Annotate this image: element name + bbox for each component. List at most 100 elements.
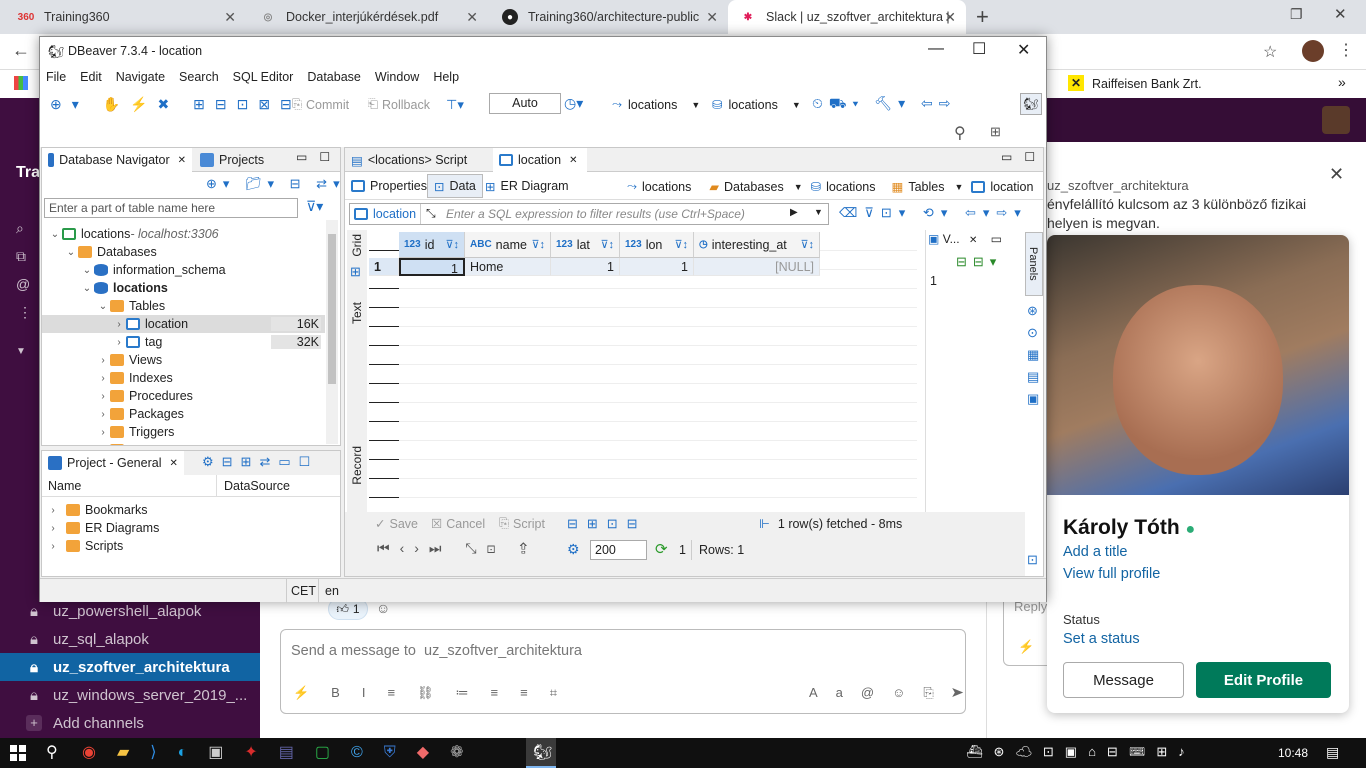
navigator-actions[interactable]: ⊕▾ 📁︎▾ ⊟ ⇄▾: [206, 176, 346, 192]
mentions-icon[interactable]: @: [16, 276, 30, 292]
tree-item-information-schema[interactable]: ⌄ information_schema: [42, 261, 325, 279]
composer-actions[interactable]: Aa@☺⎘➤: [809, 685, 982, 701]
close-tab-icon[interactable]: ✕: [178, 155, 186, 166]
pinned-apps[interactable]: ◉▰⟩◐▣✦▤▢©⛨◆❁: [82, 742, 485, 762]
breadcrumb-table[interactable]: location: [990, 180, 1033, 194]
value-text[interactable]: 1: [930, 274, 937, 288]
panel-side-icons[interactable]: ⊛ ⊙ ▦ ▤ ▣: [1027, 300, 1041, 410]
browser-tab-github[interactable]: ● Training360/architecture-public ✕: [490, 0, 728, 34]
add-title-link[interactable]: Add a title: [1063, 544, 1128, 560]
close-tab-icon[interactable]: ✕: [944, 9, 956, 26]
message-input[interactable]: Send a message to uz_szoftver_architektu…: [291, 643, 582, 659]
maximize-icon[interactable]: ☐: [972, 39, 986, 59]
more-icon[interactable]: ⋮: [18, 304, 32, 321]
tree-item-databases[interactable]: ⌄ Databases: [42, 243, 325, 261]
expand-icon[interactable]: ›: [96, 409, 110, 420]
search-icon[interactable]: ⚲: [954, 123, 966, 143]
panels-toggle[interactable]: Panels: [1025, 232, 1043, 296]
expand-icon[interactable]: ⤡: [426, 206, 436, 221]
tree-item-locations[interactable]: ⌄ locations - localhost:3306: [42, 225, 325, 243]
tree-item-events[interactable]: › Events: [42, 441, 325, 445]
back-arrow-icon[interactable]: ←: [12, 40, 30, 61]
close-tab-icon[interactable]: ✕: [169, 458, 177, 469]
tree-item-triggers[interactable]: › Triggers: [42, 423, 325, 441]
restore-window-icon[interactable]: ❐: [1290, 6, 1303, 23]
add-reaction-icon[interactable]: ☺: [376, 600, 390, 616]
script-button[interactable]: ⎘ Script: [499, 516, 545, 531]
set-status-link[interactable]: Set a status: [1063, 631, 1140, 647]
message-button[interactable]: Message: [1063, 662, 1184, 698]
close-tab-icon[interactable]: ✕: [706, 9, 718, 26]
tree-item-packages[interactable]: › Packages: [42, 405, 325, 423]
column-header-id[interactable]: 123 id ⊽↕: [399, 232, 465, 258]
breadcrumb-tables[interactable]: Tables: [908, 180, 944, 194]
search-icon[interactable]: ⚲: [46, 742, 58, 762]
more-bookmarks-icon[interactable]: »: [1338, 74, 1346, 90]
tab-project-general[interactable]: Project - General ✕: [42, 451, 184, 475]
message-composer[interactable]: Send a message to uz_szoftver_architektu…: [280, 629, 966, 714]
text-view-button[interactable]: Text: [350, 302, 364, 324]
connection-toolbar-icons[interactable]: ⊕▾ ✋⚡✖ ⊞⊟⊡⊠⊟: [50, 96, 302, 113]
dm-icon[interactable]: ⧉: [16, 248, 26, 265]
project-item-scripts[interactable]: › Scripts: [42, 537, 325, 555]
project-item-bookmarks[interactable]: › Bookmarks: [42, 501, 325, 519]
view-full-profile-link[interactable]: View full profile: [1063, 566, 1160, 582]
open-perspective-icon[interactable]: ⊞: [990, 124, 1001, 140]
filter-actions[interactable]: ⌫⊽⊡▾ ⟲▾ ⇦▾⇨▾: [839, 205, 1028, 221]
close-tab-icon[interactable]: ✕: [569, 155, 577, 166]
minimize-icon[interactable]: —: [928, 40, 944, 58]
cell-lon[interactable]: 1: [620, 258, 694, 276]
expand-icon[interactable]: ›: [96, 355, 110, 366]
subtab-data[interactable]: ⊡ Data: [427, 174, 483, 198]
value-panel-tab[interactable]: ▣ V... ✕ ▭: [928, 232, 1002, 246]
tab-location[interactable]: location ✕: [493, 148, 587, 172]
editor-window-controls[interactable]: ▭☐: [1001, 150, 1047, 164]
column-header-lat[interactable]: 123 lat ⊽↕: [551, 232, 620, 258]
menu-edit[interactable]: Edit: [80, 70, 102, 84]
transaction-mode-field[interactable]: Auto: [489, 93, 561, 114]
row-edit-actions[interactable]: ⊟⊞⊡⊟: [567, 516, 647, 532]
shortcut-icon[interactable]: ⚡: [1018, 639, 1034, 655]
scrollbar-thumb[interactable]: [328, 234, 336, 384]
perspective-icon[interactable]: 🐿︎: [1020, 93, 1042, 115]
avatar[interactable]: [1302, 40, 1324, 62]
collapse-icon[interactable]: ⌄: [64, 247, 78, 258]
record-view-button[interactable]: Record: [350, 446, 364, 485]
system-tray-icons[interactable]: ⛴⊛☁⊡▣⌂⊟⌨⊞♪: [966, 744, 1196, 760]
filter-sort-icon[interactable]: ⊽↕: [531, 238, 545, 251]
tree-item-procedures[interactable]: › Procedures: [42, 387, 325, 405]
bookmark-raiffeisen[interactable]: Raiffeisen Bank Zrt.: [1092, 77, 1202, 91]
filter-history-icon[interactable]: ▼: [814, 207, 823, 217]
rollback-button[interactable]: ⎗ Rollback: [368, 97, 430, 112]
breadcrumb-databases[interactable]: Databases: [724, 180, 784, 194]
subtab-properties[interactable]: Properties: [345, 174, 433, 198]
subtab-er-diagram[interactable]: ⊞ ER Diagram: [479, 174, 575, 198]
filter-sort-icon[interactable]: ⊽↕: [445, 238, 459, 251]
value-save-icons[interactable]: ⊟⊟▾: [956, 254, 1002, 270]
browser-tab-slack[interactable]: ✱ Slack | uz_szoftver_architektura | ✕: [728, 0, 966, 34]
clock[interactable]: 10:48: [1278, 746, 1308, 760]
add-channels-button[interactable]: + Add channels: [0, 709, 260, 737]
expand-icon[interactable]: ›: [96, 427, 110, 438]
table-row[interactable]: 1 1 Home 1 1 [NULL]: [369, 258, 820, 276]
filter-sort-icon[interactable]: ⊽↕: [800, 238, 814, 251]
menu-search[interactable]: Search: [179, 70, 219, 84]
menu-navigate[interactable]: Navigate: [116, 70, 165, 84]
expand-icon[interactable]: ›: [112, 337, 126, 348]
taskbar-dbeaver[interactable]: 🐿︎: [526, 738, 556, 768]
channel-uz-szoftver-architektura[interactable]: 🔒︎ uz_szoftver_architektura: [0, 653, 260, 681]
datasource-selector[interactable]: ⤳ locations ▼: [612, 97, 700, 112]
filter-sort-icon[interactable]: ⊽↕: [600, 238, 614, 251]
close-window-icon[interactable]: ✕: [1017, 40, 1030, 60]
cell-id[interactable]: 1: [399, 258, 465, 276]
filter-box[interactable]: location ⤡ Enter a SQL expression to fil…: [349, 203, 829, 225]
panel-window-controls[interactable]: ▭☐: [296, 150, 342, 164]
windows-start-icon[interactable]: [10, 745, 26, 761]
formatting-toolbar[interactable]: ⚡BI≡⛓≔≡≡⌗: [293, 685, 579, 701]
paging-controls[interactable]: ⏮‹›⏭ ⤡⊡ ⇪: [377, 540, 537, 557]
apps-grid-icon[interactable]: [14, 76, 28, 90]
browser-tab-docker-pdf[interactable]: ◎ Docker_interjúkérdések.pdf ✕: [248, 0, 488, 34]
transaction-mode-icon[interactable]: ⊤▾: [446, 97, 464, 113]
collapse-icon[interactable]: ⌄: [96, 301, 110, 312]
breadcrumb-database[interactable]: locations: [826, 180, 875, 194]
